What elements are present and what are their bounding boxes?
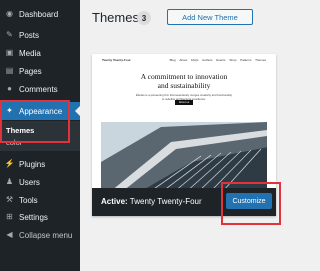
- menu-item-plugins[interactable]: ⚡ Plugins: [0, 155, 80, 173]
- add-new-theme-button[interactable]: Add New Theme: [167, 9, 253, 25]
- menu-item-posts[interactable]: ✎ Posts: [0, 26, 80, 44]
- menu-item-users[interactable]: ♟ Users: [0, 173, 80, 191]
- menu-item-label: Plugins: [19, 159, 46, 169]
- menu-item-pages[interactable]: ▤ Pages: [0, 62, 80, 80]
- headline-line: and sustainability: [157, 80, 211, 90]
- active-theme-name: Twenty Twenty-Four: [129, 197, 202, 206]
- menu-item-label: Tools: [19, 195, 38, 205]
- menu-item-label: Posts: [19, 30, 40, 40]
- page-title: Themes: [92, 10, 139, 25]
- theme-preview-about-button: About us: [175, 100, 193, 105]
- pushpin-icon: ✎: [6, 30, 13, 39]
- comments-icon: ●: [7, 84, 12, 93]
- theme-preview-image: [101, 122, 267, 191]
- tools-icon: ⚒: [5, 195, 14, 204]
- menu-item-settings[interactable]: ⊞ Settings: [0, 208, 80, 226]
- current-menu-pointer: [75, 106, 80, 116]
- building-image: [101, 122, 267, 191]
- theme-preview-site-name: Twenty Twenty-Four: [102, 58, 131, 62]
- theme-count-badge: 3: [137, 11, 151, 25]
- menu-item-label: Media: [19, 48, 41, 58]
- highlight-box-customize: [221, 182, 281, 225]
- menu-item-tools[interactable]: ⚒ Tools: [0, 191, 80, 209]
- theme-preview-nav: Twenty Twenty-Four Blog About FAQs Autho…: [102, 58, 266, 64]
- collapse-icon: ◀: [6, 230, 13, 239]
- menu-item-label: Collapse menu: [19, 230, 73, 240]
- menu-item-dashboard[interactable]: ◉ Dashboard: [0, 5, 80, 23]
- menu-item-media[interactable]: ▣ Media: [0, 44, 80, 62]
- menu-item-label: Dashboard: [19, 9, 59, 19]
- menu-item-label: Settings: [19, 212, 48, 222]
- active-theme-label: Active: Twenty Twenty-Four: [101, 197, 202, 206]
- theme-preview-links: Blog About FAQs Authors Events Shop Patt…: [169, 58, 266, 62]
- menu-item-comments[interactable]: ● Comments: [0, 80, 80, 98]
- users-icon: ♟: [5, 177, 14, 186]
- pages-icon: ▤: [5, 66, 14, 75]
- plugins-icon: ⚡: [4, 159, 15, 168]
- media-icon: ▣: [5, 48, 14, 57]
- menu-item-label: Pages: [19, 66, 42, 76]
- settings-icon: ⊞: [6, 212, 13, 221]
- menu-item-label: Comments: [19, 84, 58, 94]
- theme-preview-headline: A commitment to innovation and sustainab…: [92, 72, 276, 90]
- menu-item-label: Users: [19, 177, 40, 187]
- highlight-box-appearance: [0, 100, 70, 143]
- dashboard-icon: ◉: [6, 9, 13, 18]
- collapse-menu-button[interactable]: ◀ Collapse menu: [0, 226, 80, 244]
- active-prefix: Active:: [101, 197, 128, 206]
